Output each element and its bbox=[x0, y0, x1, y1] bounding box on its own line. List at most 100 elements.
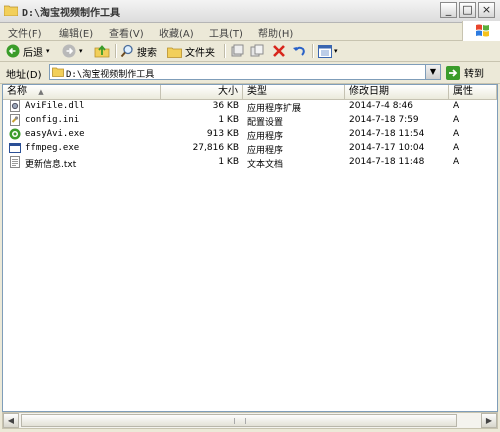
file-name: 更新信息.txt bbox=[25, 160, 77, 170]
menu-view[interactable]: 查看(V) bbox=[109, 25, 144, 40]
file-type: 应用程序 bbox=[247, 132, 284, 142]
title-bar[interactable]: D:\淘宝视频制作工具 _ □ × bbox=[0, 0, 500, 23]
copy-to-button[interactable] bbox=[250, 43, 264, 59]
menu-tools[interactable]: 工具(T) bbox=[209, 25, 243, 40]
txt-icon bbox=[10, 156, 20, 168]
file-row[interactable]: easyAvi.exe 913 KB 应用程序 2014-7-18 11:54 … bbox=[3, 128, 497, 142]
views-button[interactable]: ▾ bbox=[318, 43, 338, 59]
horizontal-scrollbar[interactable]: ◀ ▶ bbox=[2, 412, 498, 429]
file-name: config.ini bbox=[25, 115, 80, 125]
undo-icon bbox=[293, 46, 305, 56]
file-type: 文本文档 bbox=[247, 160, 284, 170]
folder-icon bbox=[4, 5, 18, 16]
file-row[interactable]: config.ini 1 KB 配置设置 2014-7-18 7:59 A bbox=[3, 114, 497, 128]
toolbar-separator bbox=[115, 44, 117, 58]
close-button[interactable]: × bbox=[478, 2, 495, 18]
address-value: D:\淘宝视频制作工具 bbox=[66, 70, 155, 80]
toolbar-separator bbox=[224, 44, 226, 58]
file-modified: 2014-7-18 7:59 bbox=[349, 115, 419, 125]
sort-asc-icon: ▲ bbox=[38, 88, 44, 96]
minimize-button[interactable]: _ bbox=[440, 2, 457, 18]
file-size: 36 KB bbox=[212, 101, 239, 111]
file-type: 配置设置 bbox=[247, 118, 284, 128]
scroll-thumb[interactable] bbox=[21, 414, 457, 427]
menu-favorites[interactable]: 收藏(A) bbox=[159, 25, 194, 40]
folders-label: 文件夹 bbox=[185, 47, 215, 59]
folders-button[interactable]: 文件夹 bbox=[167, 43, 215, 59]
forward-button[interactable]: ▾ bbox=[62, 43, 83, 59]
views-dropdown-icon[interactable]: ▾ bbox=[334, 47, 338, 55]
column-attributes-label: 属性 bbox=[453, 86, 473, 97]
file-modified: 2014-7-4 8:46 bbox=[349, 101, 413, 111]
file-attributes: A bbox=[453, 115, 460, 125]
exe-icon bbox=[9, 143, 21, 153]
column-type-label: 类型 bbox=[247, 86, 267, 97]
column-name[interactable]: 名称 ▲ bbox=[3, 85, 161, 99]
forward-arrow-icon bbox=[62, 44, 76, 58]
column-type[interactable]: 类型 bbox=[243, 85, 345, 99]
column-attributes[interactable]: 属性 bbox=[449, 85, 497, 99]
file-attributes: A bbox=[453, 101, 460, 111]
file-name: AviFile.dll bbox=[25, 101, 85, 111]
undo-button[interactable] bbox=[292, 43, 306, 59]
scroll-grip-icon bbox=[234, 418, 246, 424]
dll-icon bbox=[10, 100, 20, 112]
back-dropdown-icon[interactable]: ▾ bbox=[46, 47, 50, 55]
go-label: 转到 bbox=[464, 69, 484, 80]
file-modified: 2014-7-17 10:04 bbox=[349, 143, 425, 153]
address-label: 地址(D) bbox=[6, 70, 42, 81]
back-button[interactable]: 后退 ▾ bbox=[6, 43, 50, 59]
back-label: 后退 bbox=[23, 47, 43, 59]
app-icon bbox=[9, 128, 21, 140]
search-icon bbox=[120, 44, 133, 58]
toolbar: 后退 ▾ ▾ 搜索 文件夹 ▾ bbox=[0, 41, 500, 62]
file-size: 913 KB bbox=[206, 129, 239, 139]
copy-to-icon bbox=[250, 44, 264, 57]
file-row[interactable]: ffmpeg.exe 27,816 KB 应用程序 2014-7-17 10:0… bbox=[3, 142, 497, 156]
menu-bar: 文件(F) 编辑(E) 查看(V) 收藏(A) 工具(T) 帮助(H) bbox=[0, 22, 500, 41]
file-attributes: A bbox=[453, 157, 460, 167]
file-size: 1 KB bbox=[218, 115, 239, 125]
file-row[interactable]: AviFile.dll 36 KB 应用程序扩展 2014-7-4 8:46 A bbox=[3, 100, 497, 114]
explorer-window: D:\淘宝视频制作工具 _ □ × 文件(F) 编辑(E) 查看(V) 收藏(A… bbox=[0, 0, 500, 432]
move-to-icon bbox=[231, 44, 244, 57]
scroll-left-icon[interactable]: ◀ bbox=[3, 413, 19, 428]
delete-button[interactable] bbox=[272, 43, 286, 59]
list-header: 名称 ▲ 大小 类型 修改日期 属性 bbox=[3, 85, 497, 100]
up-folder-button[interactable] bbox=[94, 43, 110, 59]
menu-help[interactable]: 帮助(H) bbox=[258, 25, 293, 40]
column-modified-label: 修改日期 bbox=[349, 86, 389, 97]
file-type: 应用程序 bbox=[247, 146, 284, 156]
file-row[interactable]: 更新信息.txt 1 KB 文本文档 2014-7-18 11:48 A bbox=[3, 156, 497, 170]
forward-dropdown-icon[interactable]: ▾ bbox=[79, 47, 83, 55]
search-label: 搜索 bbox=[137, 47, 157, 59]
back-arrow-icon bbox=[6, 44, 20, 58]
search-button[interactable]: 搜索 bbox=[120, 43, 157, 59]
address-dropdown-icon[interactable]: ▼ bbox=[425, 65, 440, 79]
file-size: 1 KB bbox=[218, 157, 239, 167]
window-title: D:\淘宝视频制作工具 bbox=[22, 8, 121, 19]
address-field[interactable]: D:\淘宝视频制作工具 ▼ bbox=[49, 64, 441, 80]
column-size[interactable]: 大小 bbox=[161, 85, 243, 99]
menu-file[interactable]: 文件(F) bbox=[8, 25, 42, 40]
maximize-button[interactable]: □ bbox=[459, 2, 476, 18]
ini-icon bbox=[10, 114, 20, 126]
file-type: 应用程序扩展 bbox=[247, 104, 302, 114]
folder-icon bbox=[52, 67, 64, 77]
go-arrow-icon bbox=[446, 65, 460, 80]
windows-logo bbox=[462, 21, 500, 41]
address-bar: 地址(D) D:\淘宝视频制作工具 ▼ 转到 bbox=[0, 62, 500, 84]
file-list[interactable]: 名称 ▲ 大小 类型 修改日期 属性 AviFile.dll 36 KB 应用程… bbox=[2, 84, 498, 412]
menu-edit[interactable]: 编辑(E) bbox=[59, 25, 93, 40]
windows-flag-icon bbox=[476, 24, 489, 37]
file-name: easyAvi.exe bbox=[25, 129, 85, 139]
file-attributes: A bbox=[453, 129, 460, 139]
delete-x-icon bbox=[273, 45, 285, 57]
scroll-right-icon[interactable]: ▶ bbox=[481, 413, 497, 428]
go-button[interactable]: 转到 bbox=[446, 65, 496, 80]
file-modified: 2014-7-18 11:48 bbox=[349, 157, 425, 167]
column-name-label: 名称 bbox=[7, 86, 27, 97]
folders-icon bbox=[167, 47, 182, 58]
column-modified[interactable]: 修改日期 bbox=[345, 85, 449, 99]
move-to-button[interactable] bbox=[230, 43, 244, 59]
